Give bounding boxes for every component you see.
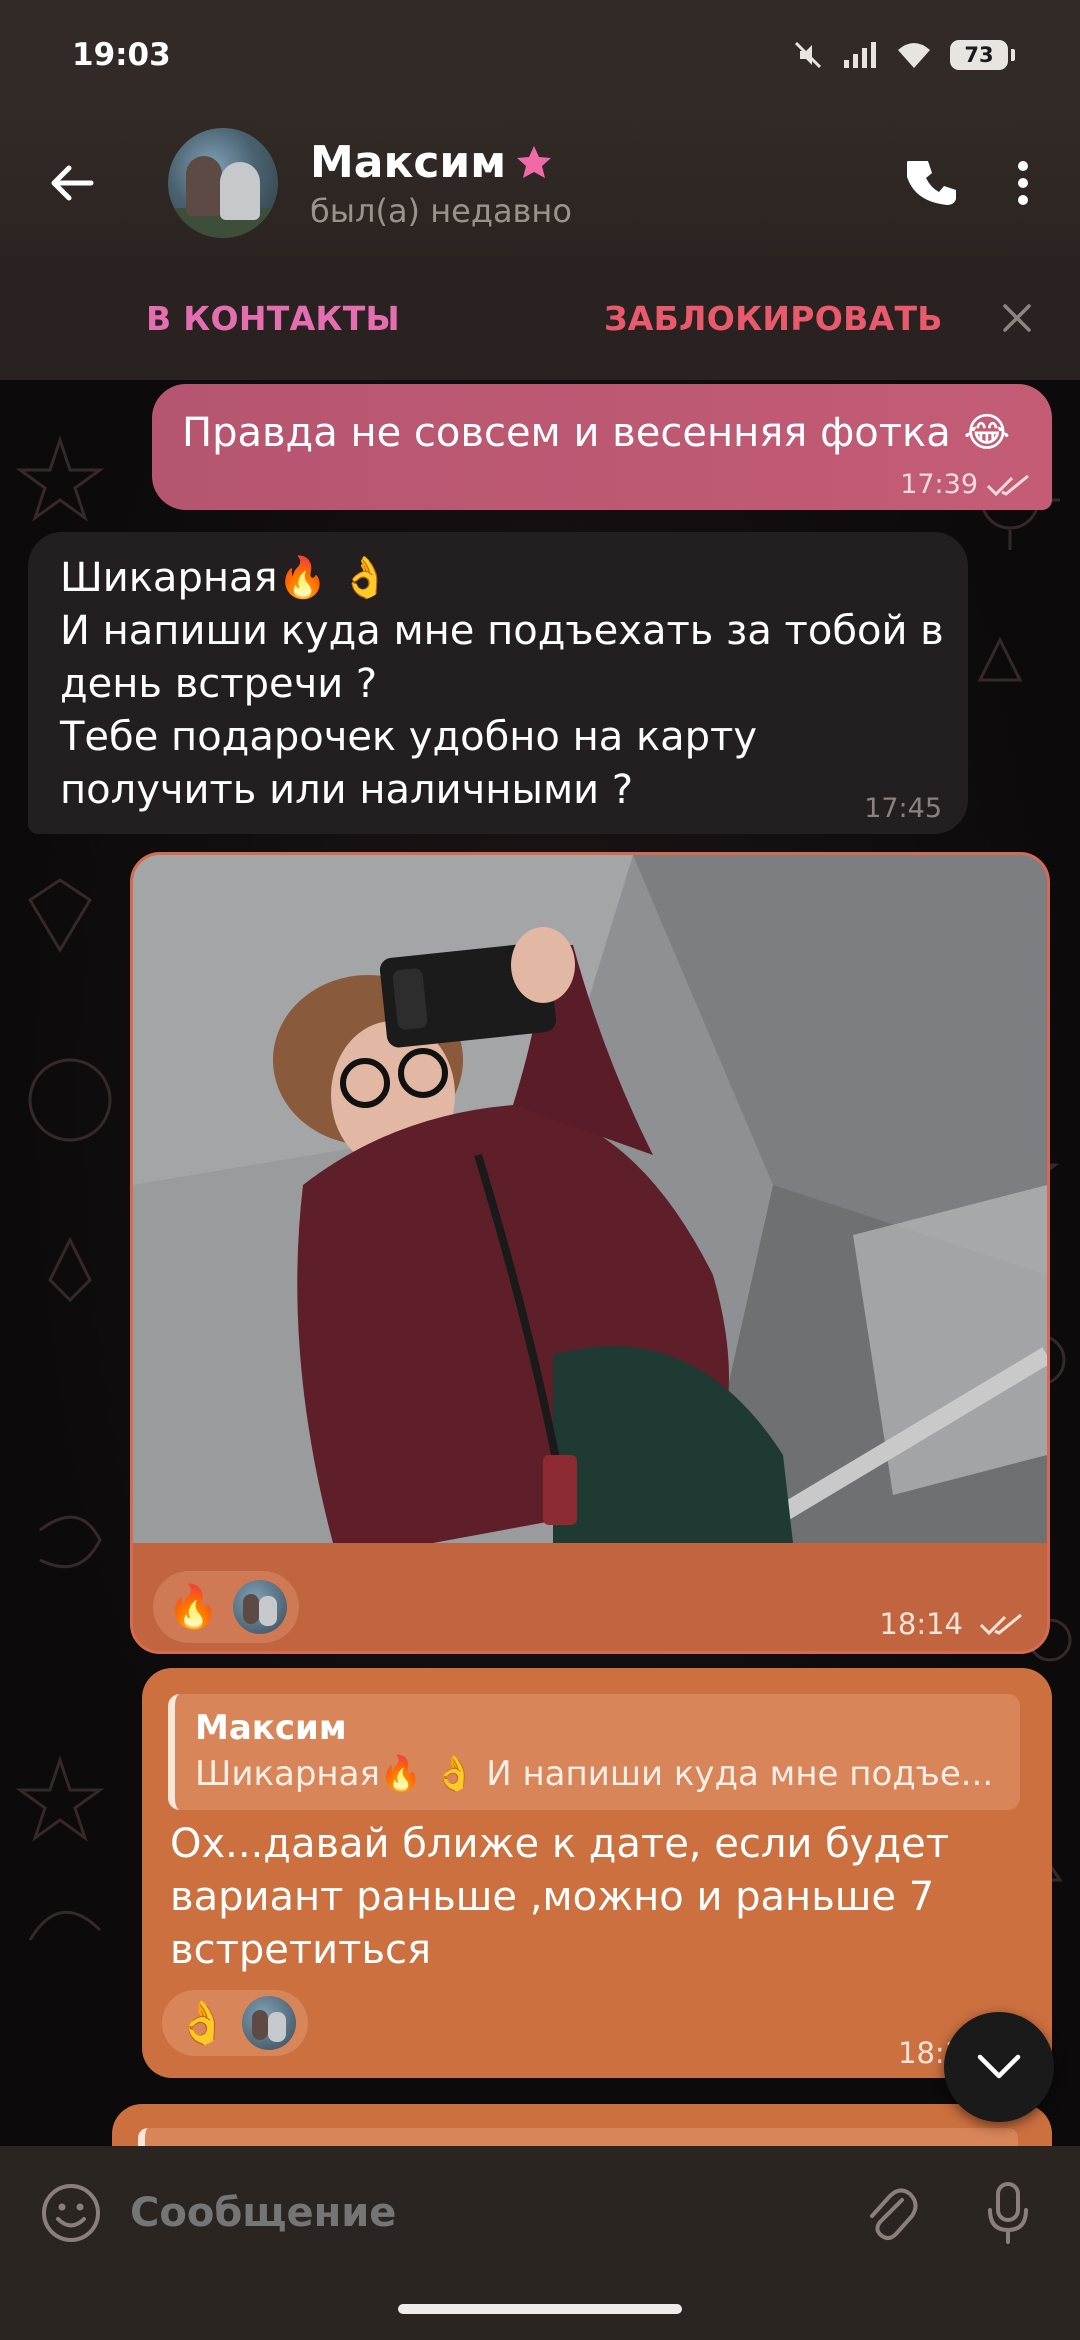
message-text: Ох...давай ближе к дате, если будет вари… [170,1818,1030,1977]
reply-quote[interactable]: Максим Шикарная🔥 👌 И напиши куда мне под… [168,1694,1020,1810]
status-icons: 73 [792,39,1015,71]
message-text: Шикарная🔥 👌 И напиши куда мне подъехать … [60,552,944,817]
call-button[interactable] [888,138,978,228]
more-vertical-icon [1018,161,1028,205]
photo-image[interactable] [133,855,1047,1543]
battery-icon: 73 [950,40,1015,70]
quote-author: Максим [195,1708,347,1748]
status-bar: 19:03 73 [0,0,1080,110]
message-photo[interactable]: 🔥 18:14 [130,852,1050,1654]
emoji-smile-icon [42,2184,100,2242]
message-line: вариант раньше ,можно и раньше 7 [170,1874,935,1920]
message-time: 18:14 [879,1607,963,1641]
contact-name: Максим [310,136,507,188]
more-menu-button[interactable] [978,138,1068,228]
microphone-icon [988,2182,1028,2244]
contact-status: был(а) недавно [310,191,572,230]
reaction-avatar [242,1996,297,2050]
message-outgoing[interactable]: Правда не совсем и весенняя фотка 😂 17:3… [152,384,1052,510]
message-line: И напиши куда мне подъехать за тобой в [60,608,944,654]
emoji-button[interactable] [36,2178,106,2248]
close-action-bar-button[interactable] [982,283,1052,353]
message-line: получить или наличными ? [60,767,634,813]
paperclip-icon [870,2188,918,2241]
mute-icon [794,41,822,69]
message-time: 17:39 [900,469,978,500]
contact-info[interactable]: Максим был(а) недавно [310,137,572,230]
signal-icon [844,42,876,68]
back-arrow-icon [51,165,94,201]
message-text: Правда не совсем и весенняя фотка 😂 [182,410,1011,456]
back-button[interactable] [22,133,122,233]
message-incoming[interactable]: Шикарная🔥 👌 И напиши куда мне подъехать … [28,532,968,834]
status-time: 19:03 [72,37,171,73]
phone-icon [907,161,956,205]
reaction-chip[interactable]: 🔥 [153,1571,299,1643]
home-indicator[interactable] [398,2304,682,2314]
scroll-to-bottom-button[interactable] [944,2012,1054,2122]
reaction-emoji: 👌 [176,1998,229,2047]
message-line: день встречи ? [60,661,378,707]
chevron-down-icon [977,2054,1021,2079]
premium-star-icon [517,146,552,178]
message-line: встретиться [170,1927,432,1973]
message-line: Шикарная🔥 👌 [60,555,390,601]
battery-level: 73 [964,43,994,67]
chat-header: Максим был(а) недавно [0,110,1080,256]
avatar[interactable] [168,128,278,238]
message-line: Тебе подарочек удобно на карту [60,714,758,760]
close-icon [1003,304,1031,332]
wifi-icon [898,43,930,68]
contact-action-bar: В КОНТАКТЫ ЗАБЛОКИРОВАТЬ [0,256,1080,380]
voice-record-button[interactable] [968,2173,1048,2253]
reaction-emoji: 🔥 [167,1582,220,1631]
read-checks-icon [986,474,1029,497]
system-navigation-area [0,2280,1080,2340]
message-time: 17:45 [864,793,942,824]
message-input[interactable] [130,2190,830,2236]
read-checks-icon [979,1613,1022,1636]
message-input-bar [0,2146,1080,2280]
add-to-contacts-button[interactable]: В КОНТАКТЫ [146,299,400,338]
reaction-avatar [233,1580,288,1634]
message-line: Ох...давай ближе к дате, если будет [170,1821,950,1867]
reaction-chip[interactable]: 👌 [162,1990,308,2056]
block-user-button[interactable]: ЗАБЛОКИРОВАТЬ [604,299,943,338]
quote-text: Шикарная🔥 👌 И напиши куда мне подъе... [195,1754,994,1794]
message-reply[interactable]: Максим Шикарная🔥 👌 И напиши куда мне под… [142,1668,1052,2078]
attach-button[interactable] [850,2173,930,2253]
